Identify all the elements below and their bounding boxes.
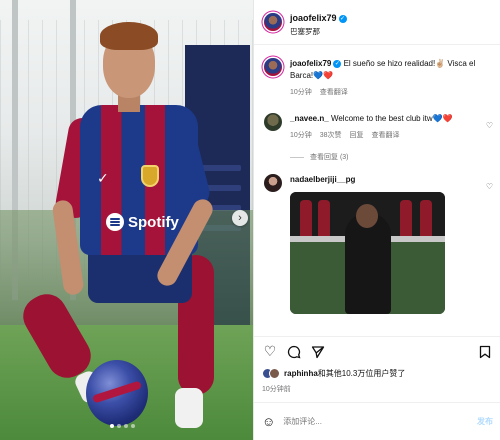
verified-icon: ✓: [338, 15, 347, 24]
heart-icon[interactable]: ♡: [262, 343, 278, 360]
shirt-sponsor: Spotify: [106, 213, 179, 231]
likes-summary[interactable]: raphinha 和其他10.3万位用户赞了: [262, 368, 405, 379]
post-actions: ♡: [254, 336, 500, 366]
reply-link[interactable]: 回复: [350, 132, 364, 139]
comment-icon[interactable]: [286, 344, 302, 360]
comment-input[interactable]: [283, 417, 477, 426]
see-translation-link[interactable]: 查看翻译: [320, 89, 348, 96]
comment-item: nadaelberjiji__pg ♡: [254, 174, 500, 314]
post-username[interactable]: joaofelix79: [290, 13, 337, 23]
player-hair: [100, 22, 158, 50]
sponsor-label: Spotify: [128, 213, 179, 231]
bookmark-icon[interactable]: [477, 344, 493, 360]
comment-username[interactable]: _navee.n_: [290, 114, 329, 123]
comment-time: 10分钟: [290, 132, 312, 139]
liker-username[interactable]: raphinha: [284, 369, 318, 378]
comment-username[interactable]: nadaelberjiji__pg: [290, 175, 355, 184]
carousel-dots: [110, 424, 135, 428]
comment-likes[interactable]: 38次赞: [320, 132, 342, 139]
kit-brand-logo: ✓: [97, 170, 109, 186]
post-timestamp: 10分钟前: [262, 386, 291, 393]
post-details-panel: joaofelix79 ✓ 巴塞罗那 joaofelix79 ✓ El sueño …: [253, 0, 500, 440]
football: [86, 360, 148, 426]
post-photo[interactable]: ✓ Spotify ›: [0, 0, 253, 440]
view-replies-link[interactable]: 查看回复 (3): [290, 152, 491, 162]
club-crest: [141, 165, 159, 187]
comment-box: ☺ 发布: [254, 402, 500, 440]
chevron-right-icon[interactable]: ›: [232, 210, 248, 226]
avatar[interactable]: [264, 113, 282, 131]
spotify-icon: [106, 213, 124, 231]
verified-icon: ✓: [333, 60, 342, 68]
see-translation-link[interactable]: 查看翻译: [371, 132, 399, 139]
heart-icon[interactable]: ♡: [486, 121, 493, 130]
caption: joaofelix79 ✓ El sueño se hizo realidad!✌…: [254, 58, 500, 97]
comment-item: _navee.n_ Welcome to the best club itw💙❤…: [254, 113, 500, 162]
avatar[interactable]: [264, 174, 282, 192]
heart-icon[interactable]: ♡: [486, 182, 493, 191]
caption-time: 10分钟: [290, 89, 312, 96]
avatar[interactable]: [264, 13, 282, 31]
player-right-boot: [175, 388, 203, 428]
comment-text: Welcome to the best club itw💙❤️: [330, 114, 453, 123]
avatar[interactable]: [264, 58, 282, 76]
emoji-icon[interactable]: ☺: [262, 414, 275, 429]
comments-list[interactable]: joaofelix79 ✓ El sueño se hizo realidad!✌…: [254, 46, 500, 334]
liker-avatars: [262, 368, 280, 379]
comment-gif[interactable]: [290, 192, 445, 314]
share-icon[interactable]: [310, 344, 326, 360]
likes-count-text: 和其他10.3万位用户赞了: [317, 369, 406, 378]
post-header: joaofelix79 ✓ 巴塞罗那: [254, 0, 500, 45]
post-location[interactable]: 巴塞罗那: [290, 27, 347, 36]
post-comment-button[interactable]: 发布: [477, 416, 493, 427]
caption-username[interactable]: joaofelix79: [290, 59, 331, 68]
